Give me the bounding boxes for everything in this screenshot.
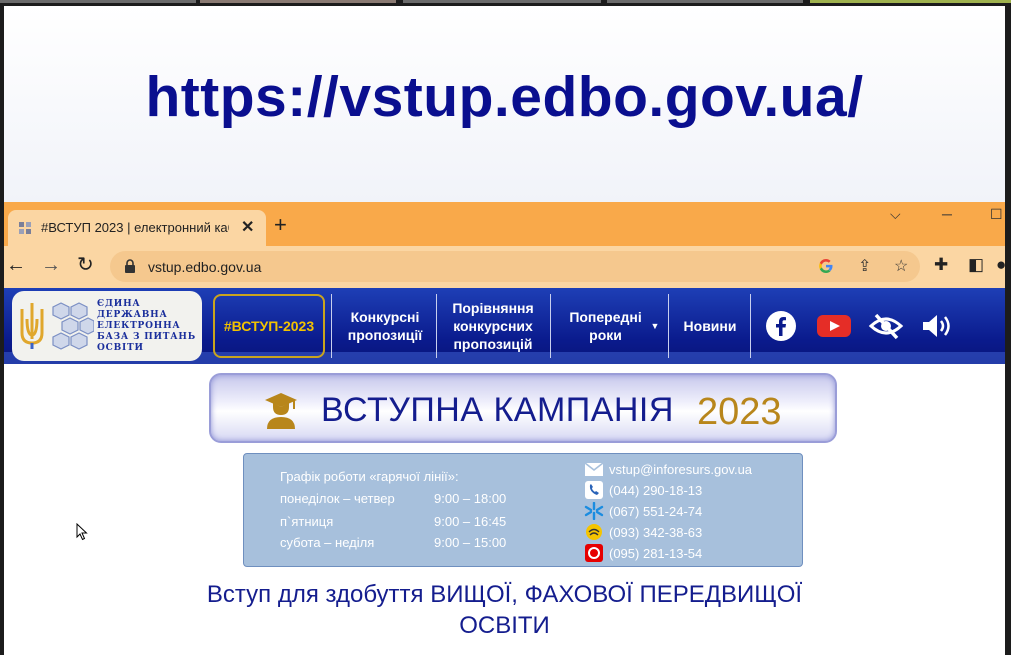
schedule-time: 9:00 – 18:00 [434,491,507,506]
close-tab-icon[interactable]: ✕ [241,217,254,237]
star-icon[interactable]: ☆ [894,256,908,276]
chevron-down-icon[interactable]: ⌵ [890,206,901,223]
new-tab-button[interactable]: + [274,214,287,236]
sound-icon[interactable] [920,310,956,342]
phone-icon [585,481,603,499]
share-icon[interactable]: ⇪ [858,256,871,276]
tab-title: #ВСТУП 2023 | електронний каб [41,220,229,235]
schedule-days: субота – неділя [280,535,375,550]
page-content: ВСТУПНА КАМПАНІЯ 2023 Графік роботи «гар… [4,364,1005,655]
dropdown-caret-icon: ▼ [650,321,660,331]
accessibility-eye-icon[interactable] [868,310,904,342]
google-icon[interactable] [818,258,834,274]
browser-toolbar: ← → ↻ vstup.edbo.gov.ua ⇪ ☆ ✚ ◧ ● [4,246,1005,288]
url-text: vstup.edbo.gov.ua [148,259,262,275]
hexagon-cluster-icon [52,302,94,350]
kyivstar-icon [584,502,604,520]
maximize-icon[interactable]: ☐ [990,206,1003,223]
minimize-icon[interactable]: ─ [942,206,952,222]
schedule-time: 9:00 – 16:45 [434,514,507,529]
schedule-days: понеділок – четвер [280,491,395,506]
site-favicon-icon [19,222,31,234]
browser-tab[interactable]: #ВСТУП 2023 | електронний каб ✕ [8,210,266,246]
campaign-banner: ВСТУПНА КАМПАНІЯ 2023 [209,373,837,443]
schedule-days: п`ятниця [280,514,334,529]
hotline-panel: Графік роботи «гарячої лінії»: понеділок… [243,453,803,567]
sidepanel-icon[interactable]: ◧ [968,255,984,275]
address-bar[interactable]: vstup.edbo.gov.ua ⇪ ☆ [110,251,920,282]
logo-text: ЄДИНА ДЕРЖАВНА ЕЛЕКТРОННА БАЗА З ПИТАНЬ … [97,299,196,353]
profile-icon[interactable]: ● [996,255,1005,275]
youtube-icon[interactable] [816,310,852,342]
nav-poperedni-roky[interactable]: Попередні роки ▼ [556,294,666,358]
trident-icon [20,303,44,349]
extensions-icon[interactable]: ✚ [934,255,948,275]
nav-novyny[interactable]: Новини [674,294,746,358]
screen: https://vstup.edbo.gov.ua/ #ВСТУП 2023 |… [0,0,1011,655]
entry-heading: Вступ для здобуття ВИЩОЇ, ФАХОВОЇ ПЕРЕДВ… [206,581,803,639]
campaign-year: 2023 [697,391,782,433]
slide-url-heading: https://vstup.edbo.gov.ua/ [145,65,864,129]
hotline-title: Графік роботи «гарячої лінії»: [280,469,459,484]
graduate-icon [265,393,297,429]
schedule-time: 9:00 – 15:00 [434,535,507,550]
forward-arrow-icon[interactable]: → [41,254,61,276]
envelope-icon [584,462,604,476]
reload-icon[interactable]: ↻ [77,254,94,276]
back-arrow-icon[interactable]: ← [6,254,26,276]
vodafone-icon [585,544,603,562]
nav-porivniannia[interactable]: Порівняння конкурсних пропозицій [441,294,545,358]
nav-konkursni-propozytsii[interactable]: Конкурсні пропозиції [336,294,434,358]
site-header: ЄДИНА ДЕРЖАВНА ЕЛЕКТРОННА БАЗА З ПИТАНЬ … [4,288,1005,364]
facebook-icon[interactable] [765,310,797,342]
campaign-title: ВСТУПНА КАМПАНІЯ [321,391,674,429]
presentation-slide: https://vstup.edbo.gov.ua/ #ВСТУП 2023 |… [4,6,1005,655]
lifecell-icon [586,524,602,540]
edbo-logo[interactable]: ЄДИНА ДЕРЖАВНА ЕЛЕКТРОННА БАЗА З ПИТАНЬ … [12,291,202,361]
lock-icon [125,259,135,273]
right-edge [1005,6,1011,655]
mouse-cursor-icon [76,523,88,541]
browser-tab-bar: #ВСТУП 2023 | електронний каб ✕ + ⌵ ─ ☐ [4,202,1005,246]
nav-vstup-2023[interactable]: #ВСТУП-2023 [213,294,325,358]
